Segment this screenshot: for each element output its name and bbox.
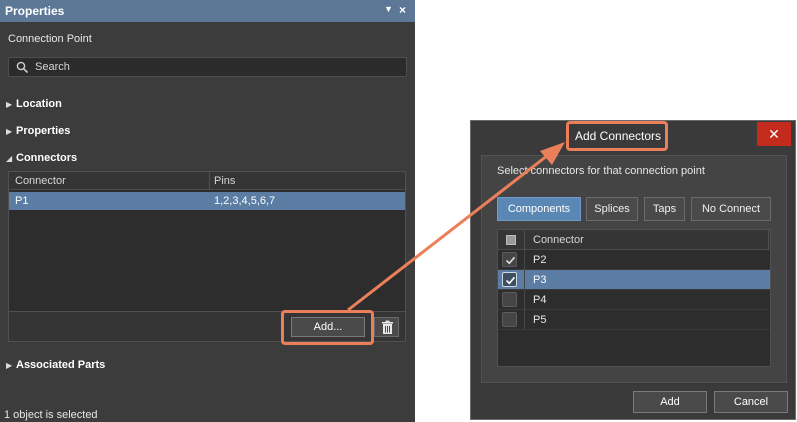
column-divider[interactable] — [768, 230, 769, 250]
column-divider — [524, 310, 525, 330]
expanded-arrow-icon: ◢ — [6, 154, 13, 163]
panel-title-bar: Properties ▼ × — [0, 0, 415, 22]
section-connectors[interactable]: ◢ Connectors — [6, 152, 77, 164]
tab-taps[interactable]: Taps — [644, 197, 685, 221]
column-header-connector[interactable]: Connector — [15, 175, 66, 187]
close-icon: ✕ — [768, 126, 780, 142]
item-checkbox[interactable] — [502, 312, 517, 327]
select-all-checkbox[interactable] — [506, 235, 516, 245]
pin-icon[interactable]: ▼ — [384, 4, 393, 14]
table-row[interactable]: P1 1,2,3,4,5,6,7 — [9, 192, 405, 210]
section-associated-parts[interactable]: ▶ Associated Parts — [6, 359, 105, 371]
collapsed-arrow-icon: ▶ — [6, 100, 13, 109]
tab-splices[interactable]: Splices — [586, 197, 638, 221]
column-divider — [524, 290, 525, 310]
connector-list: Connector P2 P3 P4 P5 — [497, 229, 771, 367]
list-item[interactable]: P2 — [498, 250, 770, 270]
panel-title: Properties — [5, 4, 65, 18]
table-header: Connector Pins — [9, 172, 405, 190]
check-icon — [505, 256, 516, 265]
search-icon — [16, 61, 29, 74]
connectors-table: Connector Pins P1 1,2,3,4,5,6,7 — [8, 171, 406, 312]
tab-components[interactable]: Components — [497, 197, 581, 221]
section-location-label: Location — [16, 98, 62, 110]
check-icon — [505, 276, 516, 285]
column-header-connector[interactable]: Connector — [533, 234, 584, 246]
search-box[interactable] — [8, 57, 407, 77]
section-connectors-label: Connectors — [16, 152, 78, 164]
item-checkbox[interactable] — [502, 292, 517, 307]
list-item[interactable]: P3 — [498, 270, 770, 290]
search-input[interactable] — [35, 60, 395, 74]
item-checkbox[interactable] — [502, 252, 517, 267]
item-label: P2 — [533, 254, 547, 266]
item-checkbox[interactable] — [502, 272, 517, 287]
dialog-title-highlight — [566, 121, 668, 151]
trash-icon — [382, 320, 393, 334]
connector-cell: P1 — [15, 195, 29, 207]
list-header: Connector — [498, 230, 770, 250]
column-divider[interactable] — [209, 172, 210, 190]
delete-button[interactable] — [374, 317, 399, 337]
dialog-cancel-button[interactable]: Cancel — [714, 391, 788, 413]
collapsed-arrow-icon: ▶ — [6, 127, 13, 136]
item-label: P3 — [533, 274, 547, 286]
section-associated-parts-label: Associated Parts — [16, 359, 106, 371]
item-label: P5 — [533, 314, 547, 326]
dialog-close-button[interactable]: ✕ — [757, 122, 791, 146]
item-label: P4 — [533, 294, 547, 306]
column-header-pins[interactable]: Pins — [214, 175, 235, 187]
close-icon[interactable]: × — [399, 3, 406, 17]
add-button-highlight — [281, 310, 374, 345]
section-properties[interactable]: ▶ Properties — [6, 125, 70, 137]
collapsed-arrow-icon: ▶ — [6, 361, 13, 370]
dialog-add-button[interactable]: Add — [633, 391, 707, 413]
pins-cell: 1,2,3,4,5,6,7 — [214, 195, 276, 207]
add-connectors-dialog: Add Connectors ✕ Select connectors for t… — [470, 120, 796, 420]
column-divider — [524, 250, 525, 270]
section-location[interactable]: ▶ Location — [6, 98, 62, 110]
properties-panel: Properties ▼ × Connection Point ▶Locatio… — [0, 0, 415, 422]
list-item[interactable]: P4 — [498, 290, 770, 310]
column-divider — [524, 270, 525, 290]
object-type-label: Connection Point — [8, 33, 92, 45]
dialog-description: Select connectors for that connection po… — [497, 165, 705, 177]
section-properties-label: Properties — [16, 125, 71, 137]
tab-no-connect[interactable]: No Connect — [691, 197, 771, 221]
column-divider[interactable] — [524, 230, 525, 250]
list-item[interactable]: P5 — [498, 310, 770, 330]
status-text: 1 object is selected — [4, 409, 98, 421]
